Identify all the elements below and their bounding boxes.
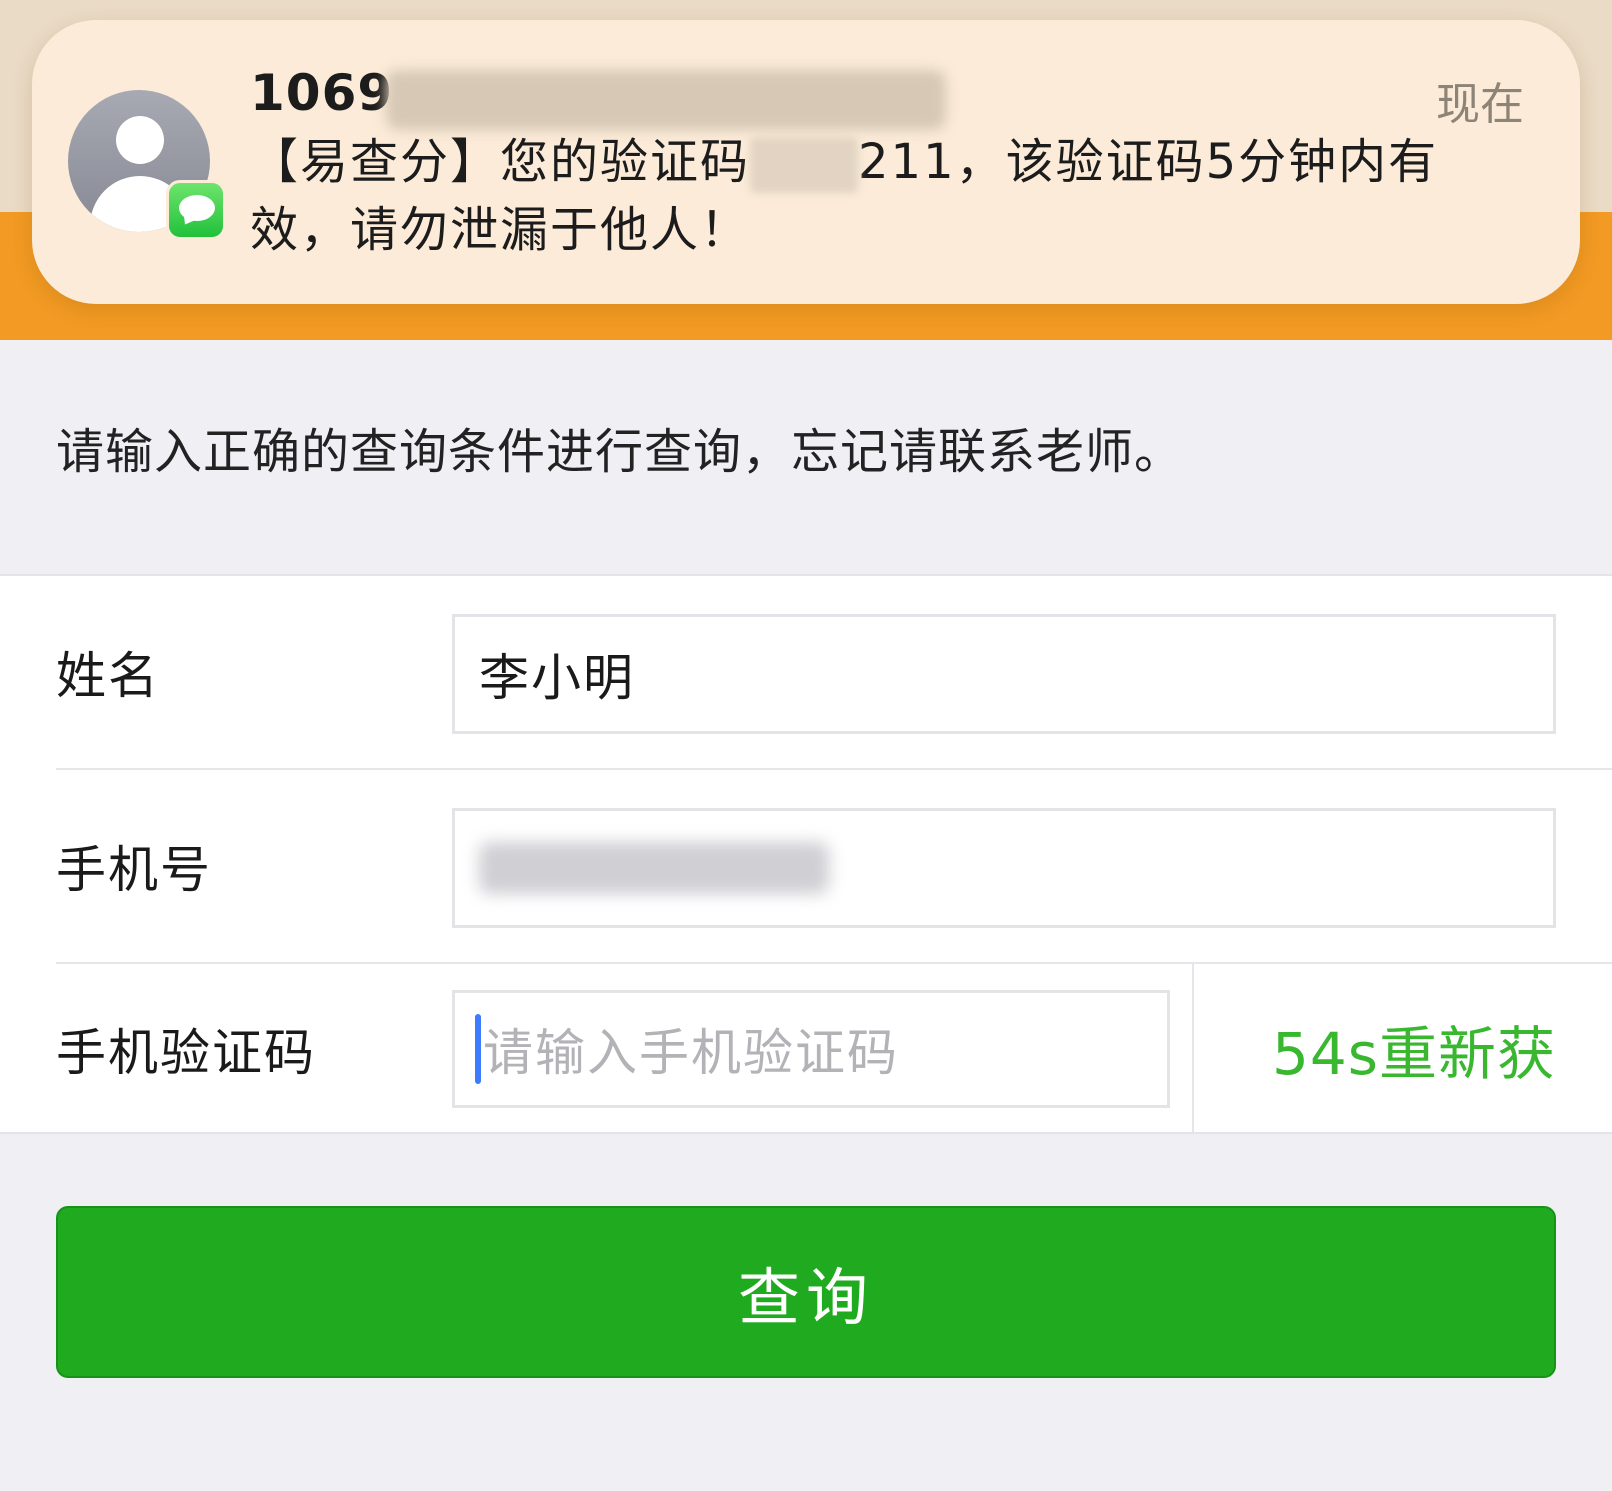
verification-code-redacted xyxy=(750,137,859,193)
message-text-part1: 【易查分】您的验证码 xyxy=(250,134,751,190)
name-label: 姓名 xyxy=(56,647,160,705)
phone-number-redacted xyxy=(479,842,829,894)
query-button[interactable]: 查询 xyxy=(56,1206,1556,1378)
verification-code-input[interactable]: 请输入手机验证码 xyxy=(452,990,1170,1108)
query-hint: 请输入正确的查询条件进行查询，忘记请联系老师。 xyxy=(56,424,1184,480)
code-row-separator xyxy=(1192,964,1194,1134)
name-input[interactable]: 李小明 xyxy=(452,614,1556,734)
code-label: 手机验证码 xyxy=(56,1024,316,1082)
form-row-name: 姓名 李小明 xyxy=(0,576,1612,768)
notification-message: 【易查分】您的验证码 211，该验证码5分钟内有效，请勿泄漏于他人！ xyxy=(250,128,1520,264)
sender-number: 1069 xyxy=(250,64,394,122)
sender-number-redacted xyxy=(386,70,946,130)
code-input-placeholder: 请输入手机验证码 xyxy=(483,1024,899,1082)
phone-input[interactable] xyxy=(452,808,1556,928)
messages-icon xyxy=(166,180,226,240)
text-caret xyxy=(475,1014,481,1084)
name-input-value: 李小明 xyxy=(479,649,635,707)
query-form: 姓名 李小明 手机号 手机验证码 请输入手机验证码 54s重新获 xyxy=(0,574,1612,1134)
form-row-phone: 手机号 xyxy=(0,770,1612,962)
resend-code-button[interactable]: 54s重新获 xyxy=(1272,964,1556,1134)
notification-time: 现在 xyxy=(1436,79,1524,130)
sms-notification-banner[interactable]: 1069 现在 【易查分】您的验证码 211，该验证码5分钟内有效，请勿泄漏于他人… xyxy=(32,20,1580,304)
phone-label: 手机号 xyxy=(56,841,212,899)
form-row-code: 手机验证码 请输入手机验证码 54s重新获 xyxy=(0,964,1612,1134)
